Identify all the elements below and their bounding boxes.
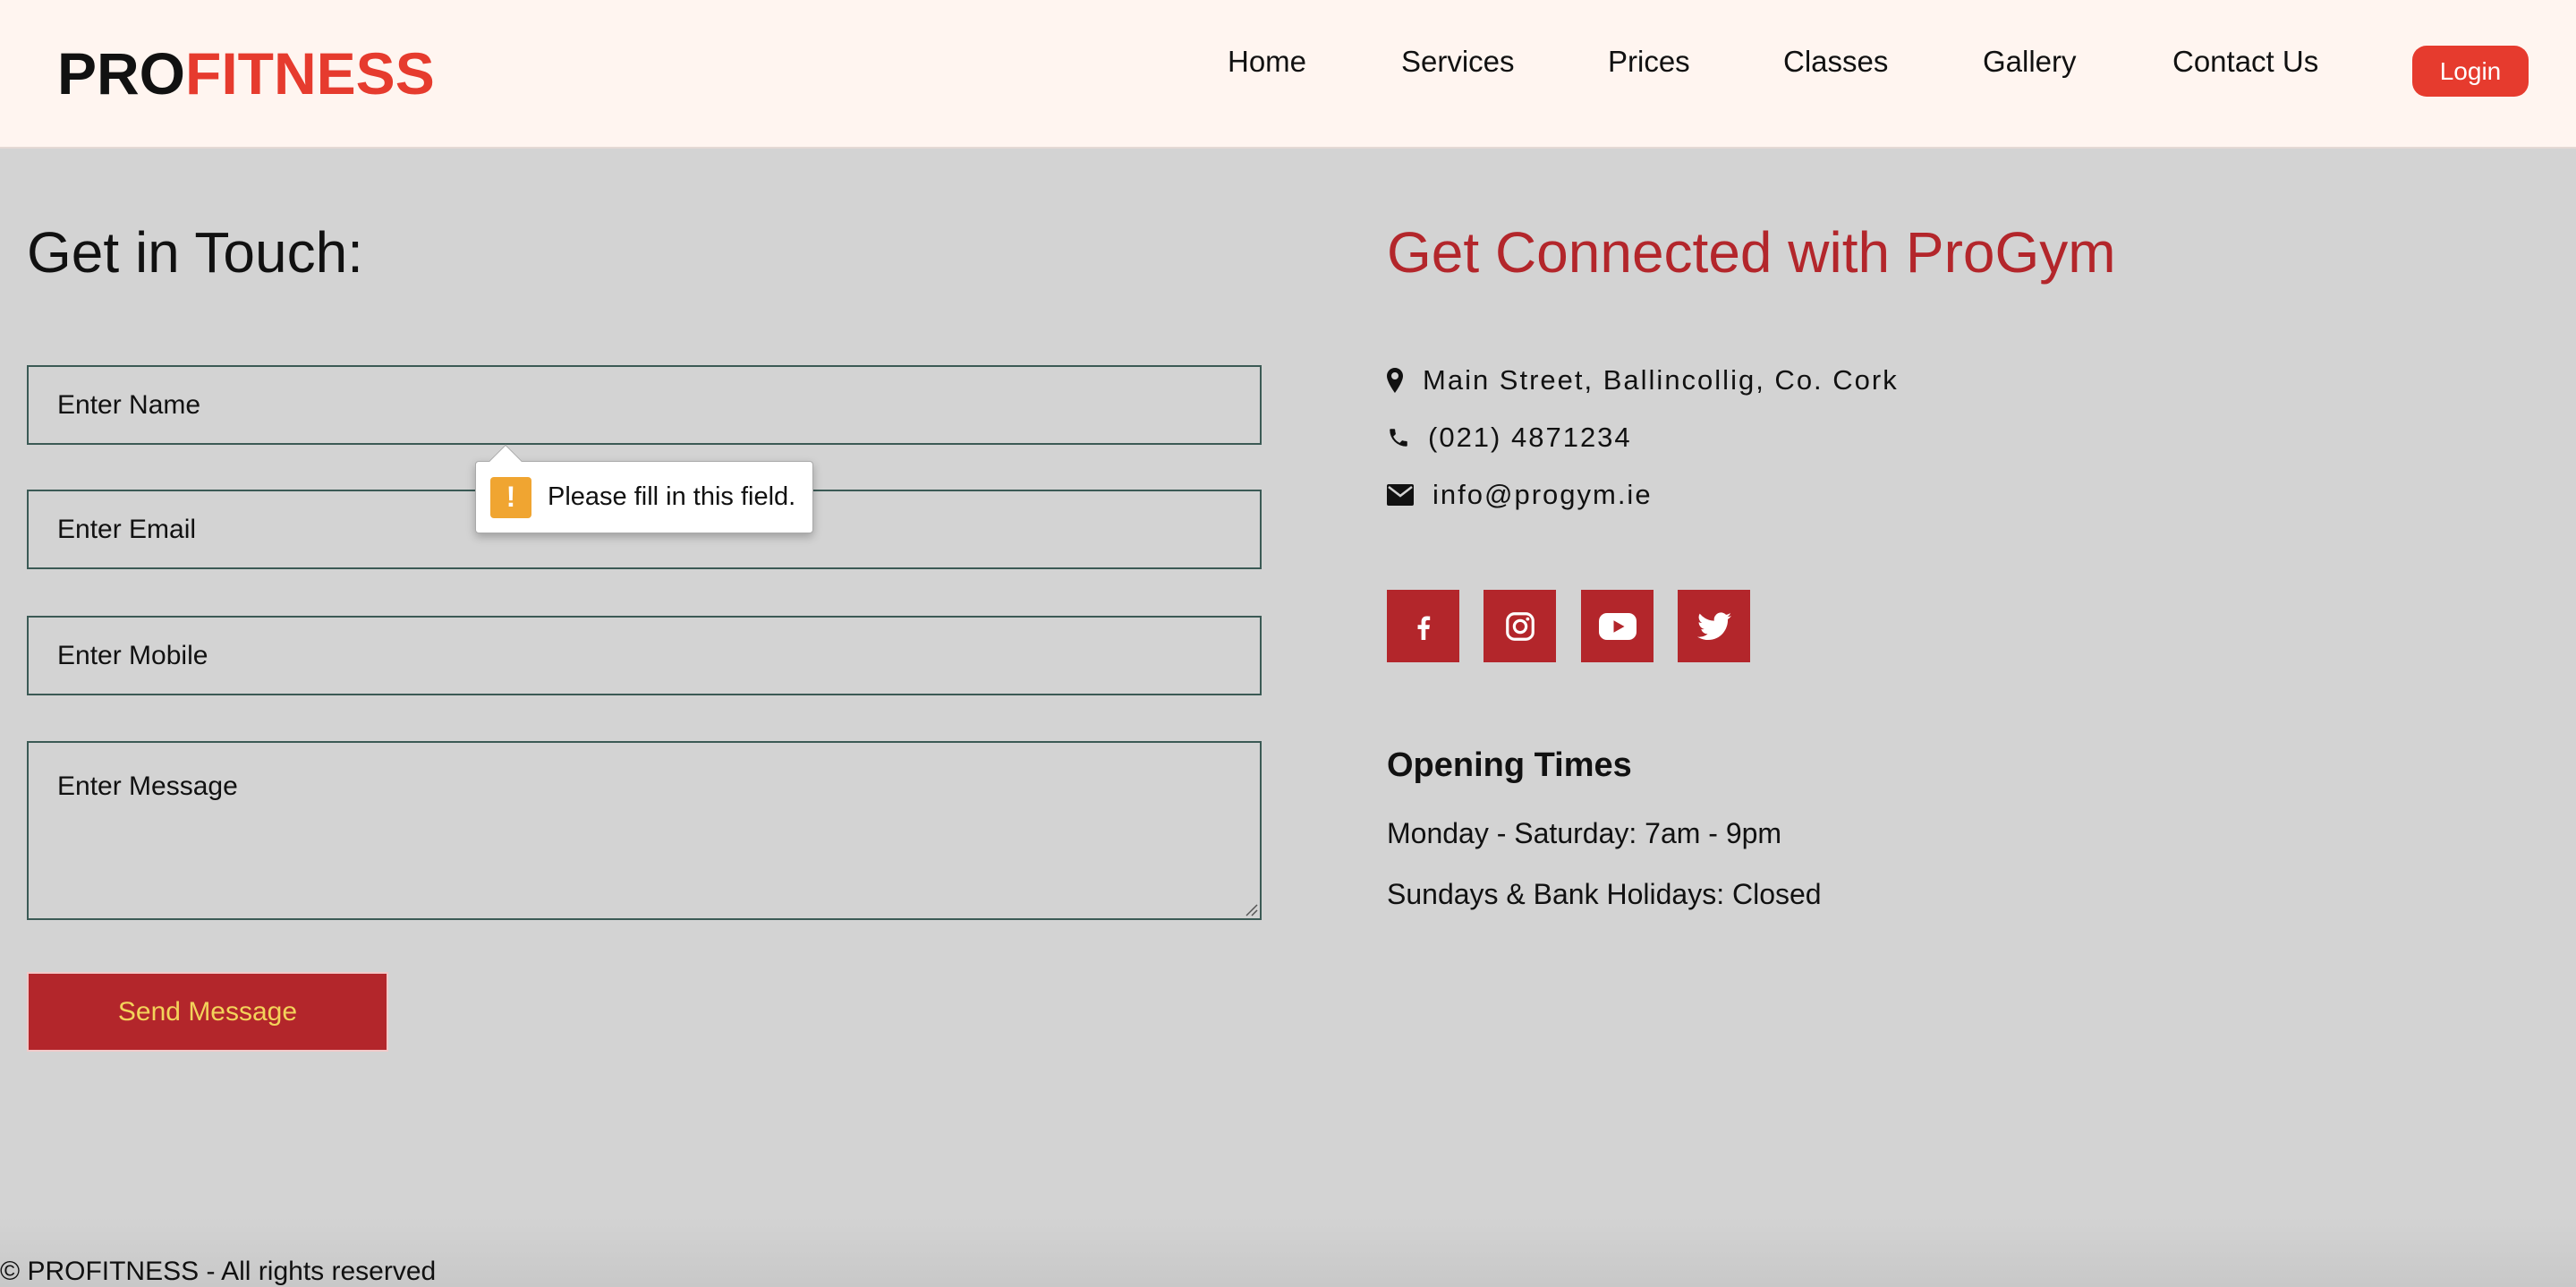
name-field[interactable]: Enter Name — [27, 365, 1262, 445]
mobile-placeholder: Enter Mobile — [57, 640, 208, 670]
form-title: Get in Touch: — [27, 220, 363, 285]
instagram-icon — [1505, 611, 1535, 641]
phone-icon — [1387, 424, 1428, 451]
youtube-link[interactable] — [1581, 590, 1654, 662]
resize-grip-icon[interactable] — [1244, 902, 1258, 916]
opening-weekdays: Monday - Saturday: 7am - 9pm — [1387, 817, 1782, 849]
nav-home[interactable]: Home — [1228, 41, 1306, 82]
footer-copyright: © PROFITNESS - All rights reserved — [0, 1257, 437, 1286]
twitter-link[interactable] — [1678, 590, 1750, 662]
logo-part-fitness: FITNESS — [185, 40, 435, 107]
name-placeholder: Enter Name — [57, 389, 201, 420]
opening-weekends: Sundays & Bank Holidays: Closed — [1387, 878, 1822, 910]
address-row: Main Street, Ballincollig, Co. Cork — [1387, 361, 1899, 400]
logo-part-pro: PRO — [57, 40, 186, 107]
map-marker-icon — [1387, 367, 1423, 394]
phone-text[interactable]: (021) 4871234 — [1428, 422, 1632, 454]
tooltip-arrow — [489, 444, 523, 478]
contact-title: Get Connected with ProGym — [1387, 220, 2116, 285]
facebook-link[interactable] — [1387, 590, 1459, 662]
instagram-link[interactable] — [1484, 590, 1556, 662]
nav-contact-us[interactable]: Contact Us — [2172, 41, 2318, 82]
message-field[interactable]: Enter Message — [27, 741, 1262, 920]
phone-row: (021) 4871234 — [1387, 418, 1632, 457]
mobile-field[interactable]: Enter Mobile — [27, 616, 1262, 695]
warning-icon: ! — [490, 476, 531, 518]
email-text[interactable]: info@progym.ie — [1433, 479, 1653, 511]
email-placeholder: Enter Email — [57, 514, 197, 544]
validation-message: Please fill in this field. — [548, 482, 796, 511]
twitter-icon — [1696, 611, 1731, 640]
opening-times-title: Opening Times — [1387, 746, 1632, 784]
send-message-button[interactable]: Send Message — [27, 972, 388, 1052]
envelope-icon — [1387, 482, 1433, 508]
message-placeholder: Enter Message — [57, 771, 238, 801]
nav-classes[interactable]: Classes — [1783, 41, 1888, 82]
nav-gallery[interactable]: Gallery — [1983, 41, 2077, 82]
site-header: PROFITNESS Home Services Prices Classes … — [0, 0, 2576, 149]
address-text: Main Street, Ballincollig, Co. Cork — [1423, 364, 1899, 396]
nav-prices[interactable]: Prices — [1608, 41, 1690, 82]
facebook-icon — [1417, 615, 1430, 640]
login-button[interactable]: Login — [2412, 46, 2529, 97]
logo[interactable]: PROFITNESS — [57, 39, 435, 107]
validation-tooltip: ! Please fill in this field. — [475, 444, 813, 533]
nav-services[interactable]: Services — [1401, 41, 1515, 82]
email-row: info@progym.ie — [1387, 475, 1653, 515]
youtube-icon — [1598, 612, 1637, 640]
